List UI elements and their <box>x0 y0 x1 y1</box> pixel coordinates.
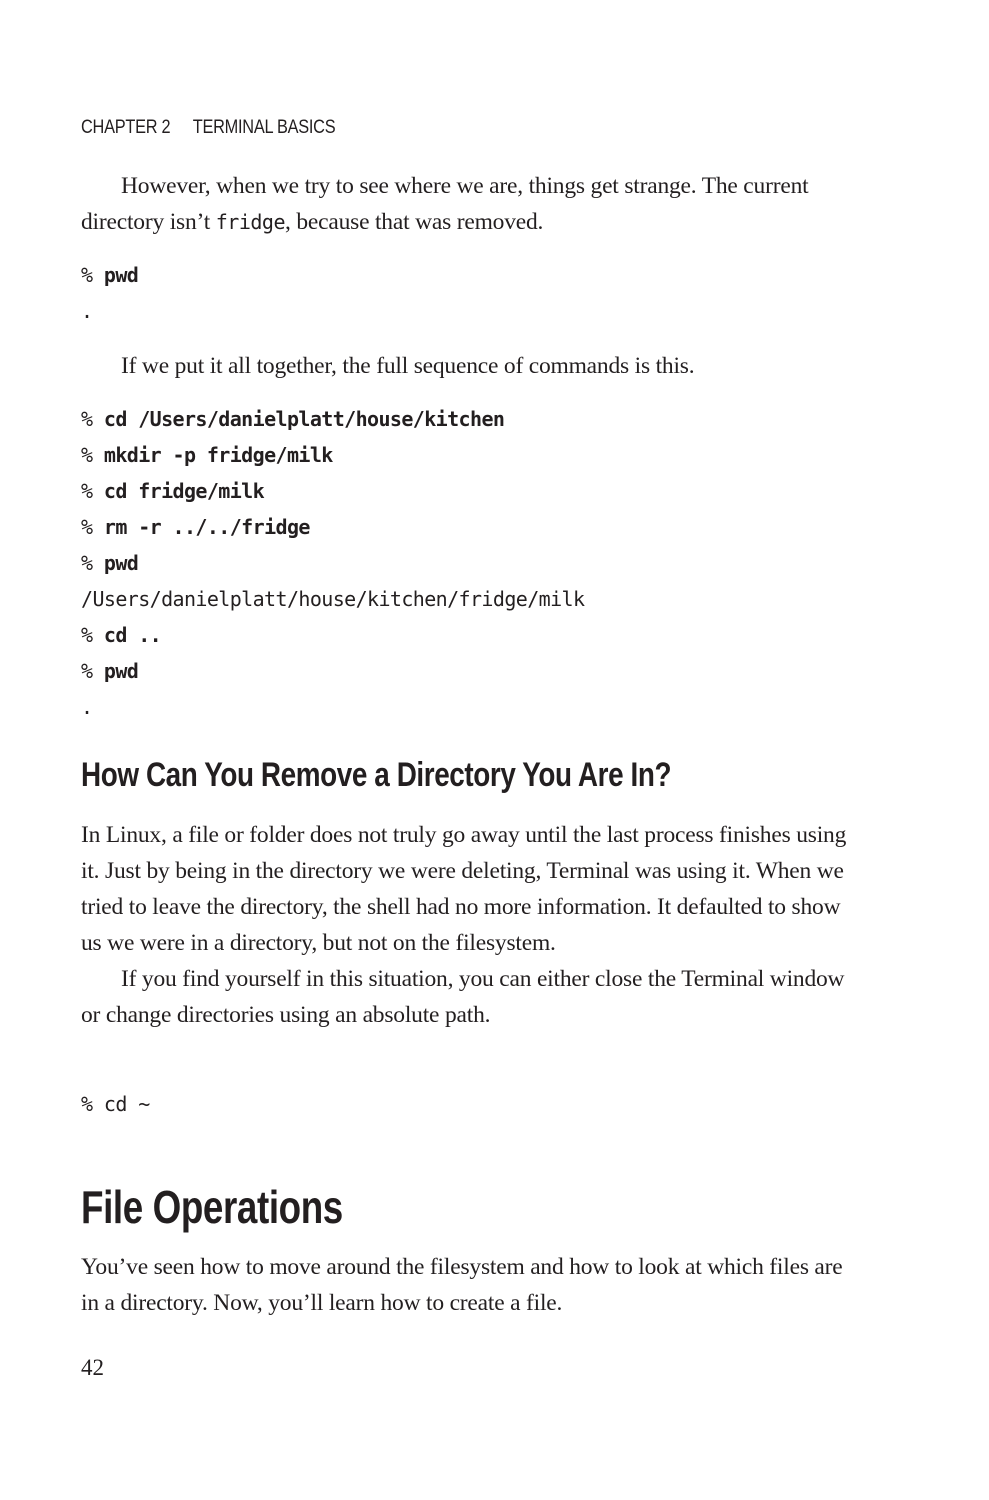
command: rm -r ../../fridge <box>103 515 311 539</box>
code-line: % cd ~ <box>81 1086 150 1122</box>
prompt: % <box>81 263 104 287</box>
code-line: % cd fridge/milk <box>81 473 584 509</box>
command: pwd <box>103 263 139 287</box>
running-head-chapter: CHAPTER 2 <box>81 117 171 138</box>
paragraph-5: You’ve seen how to move around the files… <box>81 1249 861 1321</box>
code-line: % rm -r ../../fridge <box>81 509 584 545</box>
command: pwd <box>103 659 139 683</box>
code-line: % pwd <box>81 257 139 293</box>
command: cd /Users/danielplatt/house/kitchen <box>103 407 505 431</box>
prompt: % <box>81 515 104 539</box>
command: pwd <box>103 551 139 575</box>
code-block-sequence: % cd /Users/danielplatt/house/kitchen % … <box>81 401 585 725</box>
code-block-pwd: % pwd . <box>81 257 139 329</box>
inline-code: fridge <box>215 210 286 234</box>
paragraph-text: If you find yourself in this situation, … <box>81 966 845 1028</box>
paragraph-text: , because that was removed. <box>284 209 544 235</box>
command: cd fridge/milk <box>103 479 265 503</box>
prompt: % <box>81 551 104 575</box>
code-line: . <box>81 293 138 329</box>
paragraph-text: You’ve seen how to move around the files… <box>81 1254 843 1316</box>
code-line: % cd /Users/danielplatt/house/kitchen <box>81 401 584 437</box>
code-line: % pwd <box>81 545 584 581</box>
command: cd .. <box>103 623 162 647</box>
paragraph-text: If we put it all together, the full sequ… <box>121 353 695 379</box>
page-number: 42 <box>81 1355 104 1380</box>
prompt: % <box>81 479 104 503</box>
command: mkdir -p fridge/milk <box>103 443 333 467</box>
chapter-section-heading: File Operations <box>81 1181 343 1233</box>
paragraph-1: However, when we try to see where we are… <box>81 168 861 240</box>
output: % cd ~ <box>81 1092 150 1116</box>
code-block-cd-home: % cd ~ <box>81 1086 150 1122</box>
code-line: /Users/danielplatt/house/kitchen/fridge/… <box>81 581 585 617</box>
output: . <box>81 695 93 719</box>
code-line: % cd .. <box>81 617 584 653</box>
prompt: % <box>81 659 104 683</box>
code-line: . <box>81 689 584 725</box>
section-heading: How Can You Remove a Directory You Are I… <box>81 756 672 794</box>
running-head: CHAPTER 2 TERMINAL BASICS <box>81 117 336 139</box>
output: /Users/danielplatt/house/kitchen/fridge/… <box>81 587 585 611</box>
prompt: % <box>81 623 104 647</box>
prompt: % <box>81 443 104 467</box>
code-line: % mkdir -p fridge/milk <box>81 437 584 473</box>
paragraph-3: In Linux, a file or folder does not trul… <box>81 817 861 1033</box>
paragraph-2: If we put it all together, the full sequ… <box>81 348 861 384</box>
paragraph-text: In Linux, a file or folder does not trul… <box>81 822 847 956</box>
code-line: % pwd <box>81 653 584 689</box>
running-head-title: TERMINAL BASICS <box>192 117 336 138</box>
prompt: % <box>81 407 104 431</box>
output: . <box>81 299 93 323</box>
